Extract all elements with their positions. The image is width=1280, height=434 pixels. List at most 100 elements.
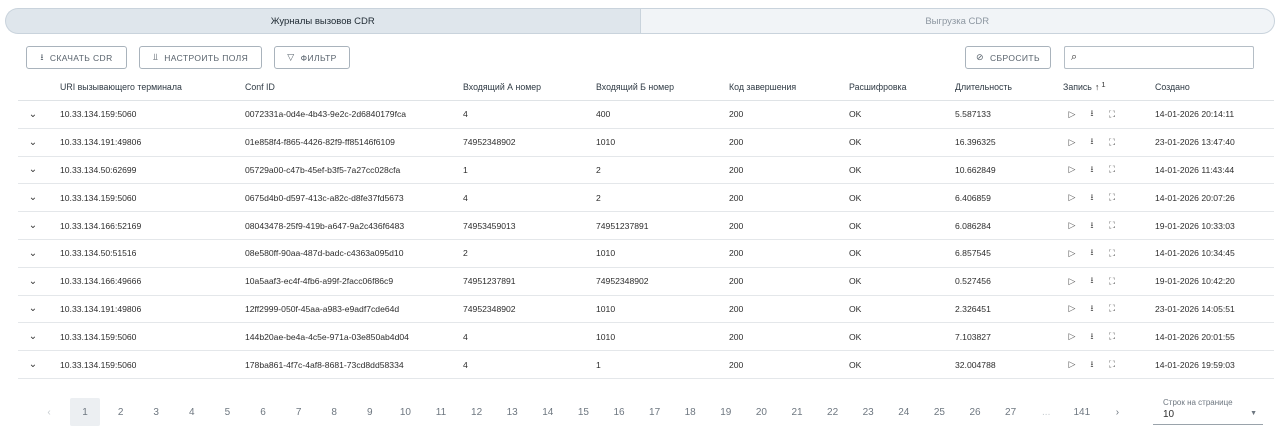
play-icon[interactable]: ▷: [1066, 220, 1078, 231]
download-icon[interactable]: ⭳: [1086, 218, 1098, 234]
search-input[interactable]: [1081, 47, 1253, 68]
play-icon[interactable]: ▷: [1066, 331, 1078, 342]
configure-fields-button[interactable]: ⫫ НАСТРОИТЬ ПОЛЯ: [139, 46, 262, 69]
play-icon[interactable]: ▷: [1066, 164, 1078, 175]
table-row[interactable]: ⌄ 10.33.134.50:51516 08e580ff-90aa-487d-ba…: [18, 240, 1274, 268]
download-icon[interactable]: ⭳: [1086, 357, 1098, 373]
chevron-down-icon[interactable]: ⌄: [26, 184, 40, 211]
fullscreen-icon[interactable]: ⛶: [1106, 331, 1118, 342]
page-18-button[interactable]: 18: [675, 398, 705, 426]
page-12-button[interactable]: 12: [462, 398, 492, 426]
cell-number-a: 4: [463, 192, 468, 203]
column-header-created[interactable]: Создано: [1155, 74, 1190, 100]
download-cdr-button[interactable]: ⭳ СКАЧАТЬ CDR: [26, 46, 127, 69]
page-11-button[interactable]: 11: [426, 398, 456, 426]
column-header-number-a[interactable]: Входящий А номер: [463, 74, 541, 100]
download-icon[interactable]: ⭳: [1086, 162, 1098, 178]
table-row[interactable]: ⌄ 10.33.134.166:49666 10a5aaf3-ec4f-4fb6-a…: [18, 268, 1274, 296]
page-3-button[interactable]: 3: [141, 398, 171, 426]
play-icon[interactable]: ▷: [1066, 248, 1078, 259]
cell-created: 23-01-2026 13:47:40: [1155, 137, 1235, 148]
chevron-down-icon[interactable]: ⌄: [26, 351, 40, 378]
download-icon[interactable]: ⭳: [1086, 134, 1098, 150]
page-26-button[interactable]: 26: [960, 398, 990, 426]
table-row[interactable]: ⌄ 10.33.134.191:49806 01e858f4-f865-4426-8…: [18, 129, 1274, 157]
filter-button[interactable]: ▽ ФИЛЬТР: [274, 46, 350, 69]
page-21-button[interactable]: 21: [782, 398, 812, 426]
page-13-button[interactable]: 13: [497, 398, 527, 426]
column-header-record[interactable]: Запись ↑ 1: [1063, 74, 1106, 100]
play-icon[interactable]: ▷: [1066, 109, 1078, 120]
page-15-button[interactable]: 15: [568, 398, 598, 426]
table-row[interactable]: ⌄ 10.33.134.159:5060 0675d4b0-d597-413c-a8…: [18, 184, 1274, 213]
column-header-uri[interactable]: URI вызывающего терминала: [60, 74, 182, 100]
cancel-icon: ⊘: [976, 52, 984, 62]
fullscreen-icon[interactable]: ⛶: [1106, 276, 1118, 287]
chevron-down-icon[interactable]: ⌄: [26, 212, 40, 239]
table-row[interactable]: ⌄ 10.33.134.50:62699 05729a00-c47b-45ef-b3…: [18, 157, 1274, 185]
play-icon[interactable]: ▷: [1066, 192, 1078, 203]
column-header-decryption[interactable]: Расшифровка: [849, 74, 906, 100]
page-4-button[interactable]: 4: [177, 398, 207, 426]
download-icon[interactable]: ⭳: [1086, 106, 1098, 122]
play-icon[interactable]: ▷: [1066, 137, 1078, 148]
page-17-button[interactable]: 17: [640, 398, 670, 426]
chevron-down-icon[interactable]: ⌄: [26, 323, 40, 350]
page-22-button[interactable]: 22: [818, 398, 848, 426]
page-27-button[interactable]: 27: [996, 398, 1026, 426]
next-page-button[interactable]: ›: [1102, 398, 1132, 426]
table-row[interactable]: ⌄ 10.33.134.166:52169 08043478-25f9-419b-a…: [18, 212, 1274, 240]
tab-cdr-export[interactable]: Выгрузка CDR: [639, 8, 1275, 34]
reset-button[interactable]: ⊘ СБРОСИТЬ: [965, 46, 1051, 69]
page-14-button[interactable]: 14: [533, 398, 563, 426]
rows-per-page-select[interactable]: Строк на странице 10 ▼: [1153, 397, 1263, 425]
prev-page-button[interactable]: ‹: [34, 398, 64, 426]
page-23-button[interactable]: 23: [853, 398, 883, 426]
page-7-button[interactable]: 7: [284, 398, 314, 426]
chevron-down-icon[interactable]: ⌄: [26, 268, 40, 295]
download-icon[interactable]: ⭳: [1086, 245, 1098, 261]
play-icon[interactable]: ▷: [1066, 276, 1078, 287]
page-24-button[interactable]: 24: [889, 398, 919, 426]
column-header-conf-id[interactable]: Conf ID: [245, 74, 275, 100]
page-1-button[interactable]: 1: [70, 398, 100, 426]
table-row[interactable]: ⌄ 10.33.134.159:5060 0072331a-0d4e-4b43-9e…: [18, 101, 1274, 129]
page-16-button[interactable]: 16: [604, 398, 634, 426]
play-icon[interactable]: ▷: [1066, 303, 1078, 314]
chevron-down-icon[interactable]: ⌄: [26, 296, 40, 323]
fullscreen-icon[interactable]: ⛶: [1106, 248, 1118, 259]
fullscreen-icon[interactable]: ⛶: [1106, 137, 1118, 148]
column-header-duration[interactable]: Длительность: [955, 74, 1012, 100]
fullscreen-icon[interactable]: ⛶: [1106, 109, 1118, 120]
page-20-button[interactable]: 20: [746, 398, 776, 426]
chevron-down-icon[interactable]: ⌄: [26, 157, 40, 184]
page-141-button[interactable]: 141: [1067, 398, 1097, 426]
column-header-number-b[interactable]: Входящий Б номер: [596, 74, 674, 100]
tab-cdr-logs[interactable]: Журналы вызовов CDR: [5, 8, 640, 34]
page-9-button[interactable]: 9: [355, 398, 385, 426]
chevron-down-icon[interactable]: ⌄: [26, 129, 40, 156]
page-19-button[interactable]: 19: [711, 398, 741, 426]
download-icon[interactable]: ⭳: [1086, 301, 1098, 317]
fullscreen-icon[interactable]: ⛶: [1106, 164, 1118, 175]
chevron-down-icon[interactable]: ⌄: [26, 101, 40, 128]
page-10-button[interactable]: 10: [390, 398, 420, 426]
page-5-button[interactable]: 5: [212, 398, 242, 426]
download-icon[interactable]: ⭳: [1086, 273, 1098, 289]
fullscreen-icon[interactable]: ⛶: [1106, 359, 1118, 370]
page-8-button[interactable]: 8: [319, 398, 349, 426]
chevron-down-icon[interactable]: ⌄: [26, 240, 40, 267]
fullscreen-icon[interactable]: ⛶: [1106, 192, 1118, 203]
page-25-button[interactable]: 25: [924, 398, 954, 426]
table-row[interactable]: ⌄ 10.33.134.191:49806 12ff2999-050f-45aa-a…: [18, 296, 1274, 324]
fullscreen-icon[interactable]: ⛶: [1106, 220, 1118, 231]
page-2-button[interactable]: 2: [106, 398, 136, 426]
table-row[interactable]: ⌄ 10.33.134.159:5060 144b20ae-be4a-4c5e-97…: [18, 323, 1274, 352]
fullscreen-icon[interactable]: ⛶: [1106, 303, 1118, 314]
column-header-completion-code[interactable]: Код завершения: [729, 74, 796, 100]
download-icon[interactable]: ⭳: [1086, 190, 1098, 206]
play-icon[interactable]: ▷: [1066, 359, 1078, 370]
page-6-button[interactable]: 6: [248, 398, 278, 426]
download-icon[interactable]: ⭳: [1086, 329, 1098, 345]
table-row[interactable]: ⌄ 10.33.134.159:5060 178ba861-4f7c-4af8-86…: [18, 351, 1274, 379]
